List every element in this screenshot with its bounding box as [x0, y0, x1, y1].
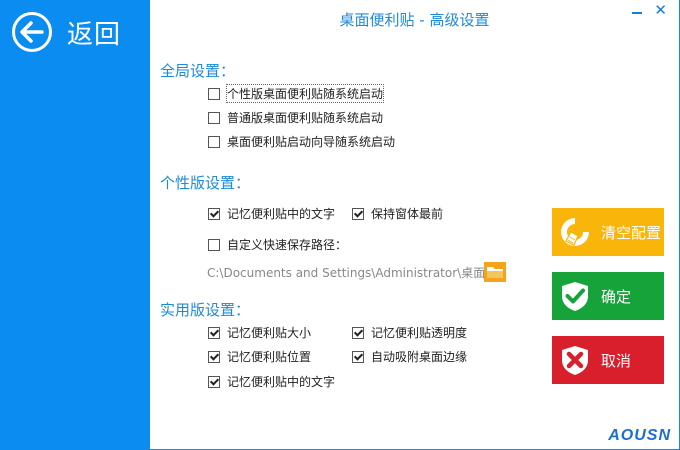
window-title: 桌面便利贴 - 高级设置 [339, 11, 490, 29]
checkbox[interactable] [352, 350, 364, 363]
checkmark-shield-icon [562, 282, 588, 311]
checkbox[interactable] [208, 375, 220, 388]
practical-settings-title: 实用版设置： [160, 301, 251, 319]
checkbox[interactable] [352, 326, 364, 339]
cancel-button[interactable]: 取消 [552, 336, 664, 384]
checkbox-label: 自定义快速保存路径： [227, 238, 348, 252]
checkbox-keep-on-top[interactable]: 保持窗体最前 [352, 205, 443, 222]
clear-config-button[interactable]: 清空配置 [552, 208, 664, 256]
back-label: 返回 [67, 19, 122, 50]
checkbox-label: 个性版桌面便利贴随系统启动 [225, 84, 385, 103]
minimize-button[interactable] [631, 4, 643, 18]
checkbox-personal-autostart[interactable]: 个性版桌面便利贴随系统启动 [208, 84, 385, 103]
ok-button[interactable]: 确定 [552, 272, 664, 320]
sidebar: 返回 [0, 0, 150, 450]
checkbox-label: 桌面便利贴启动向导随系统启动 [227, 135, 396, 149]
settings-panel: 桌面便利贴 - 高级设置 ✕ 全局设置： 个性版桌面便利贴随系统启动 普通版桌面… [150, 0, 680, 450]
checkbox-label: 保持窗体最前 [371, 207, 444, 221]
personal-settings-title: 个性版设置： [160, 174, 251, 192]
checkbox[interactable] [208, 326, 220, 339]
checkbox-label: 记忆便利贴位置 [227, 350, 312, 364]
checkbox-wizard-autostart[interactable]: 桌面便利贴启动向导随系统启动 [208, 133, 395, 150]
broom-icon [561, 218, 589, 246]
checkbox[interactable] [352, 207, 364, 220]
checkbox-label: 普通版桌面便利贴随系统启动 [227, 111, 384, 125]
checkbox-remember-text[interactable]: 记忆便利贴中的文字 [208, 205, 335, 222]
checkbox[interactable] [208, 87, 220, 100]
global-settings-title: 全局设置： [160, 62, 236, 80]
close-button[interactable]: ✕ [654, 1, 667, 19]
checkbox-label: 记忆便利贴大小 [227, 326, 312, 340]
checkbox-label: 记忆便利贴中的文字 [227, 207, 336, 221]
save-path-text: C:\Documents and Settings\Administrator\… [207, 266, 486, 280]
aousn-logo: AOUSN [608, 427, 671, 444]
checkbox[interactable] [208, 207, 220, 220]
checkbox-remember-text-practical[interactable]: 记忆便利贴中的文字 [208, 373, 335, 390]
x-shield-icon [562, 346, 588, 375]
checkbox-remember-size[interactable]: 记忆便利贴大小 [208, 324, 311, 341]
checkbox-snap-edges[interactable]: 自动吸附桌面边缘 [352, 348, 467, 365]
checkbox-label: 自动吸附桌面边缘 [371, 350, 468, 364]
checkbox[interactable] [208, 350, 220, 363]
checkbox[interactable] [208, 111, 220, 124]
back-arrow-icon [12, 12, 52, 52]
folder-icon[interactable] [484, 262, 506, 282]
checkbox[interactable] [208, 135, 220, 148]
checkbox-custom-save-path[interactable]: 自定义快速保存路径： [208, 236, 347, 253]
checkbox-label: 记忆便利贴透明度 [371, 326, 468, 340]
clear-config-label: 清空配置 [601, 223, 662, 242]
checkbox[interactable] [208, 238, 220, 251]
checkbox-normal-autostart[interactable]: 普通版桌面便利贴随系统启动 [208, 109, 383, 126]
checkbox-remember-opacity[interactable]: 记忆便利贴透明度 [352, 324, 467, 341]
checkbox-label: 记忆便利贴中的文字 [227, 375, 336, 389]
cancel-label: 取消 [601, 351, 632, 370]
ok-label: 确定 [601, 287, 632, 306]
back-button[interactable]: 返回 [12, 10, 142, 54]
checkbox-remember-position[interactable]: 记忆便利贴位置 [208, 348, 311, 365]
